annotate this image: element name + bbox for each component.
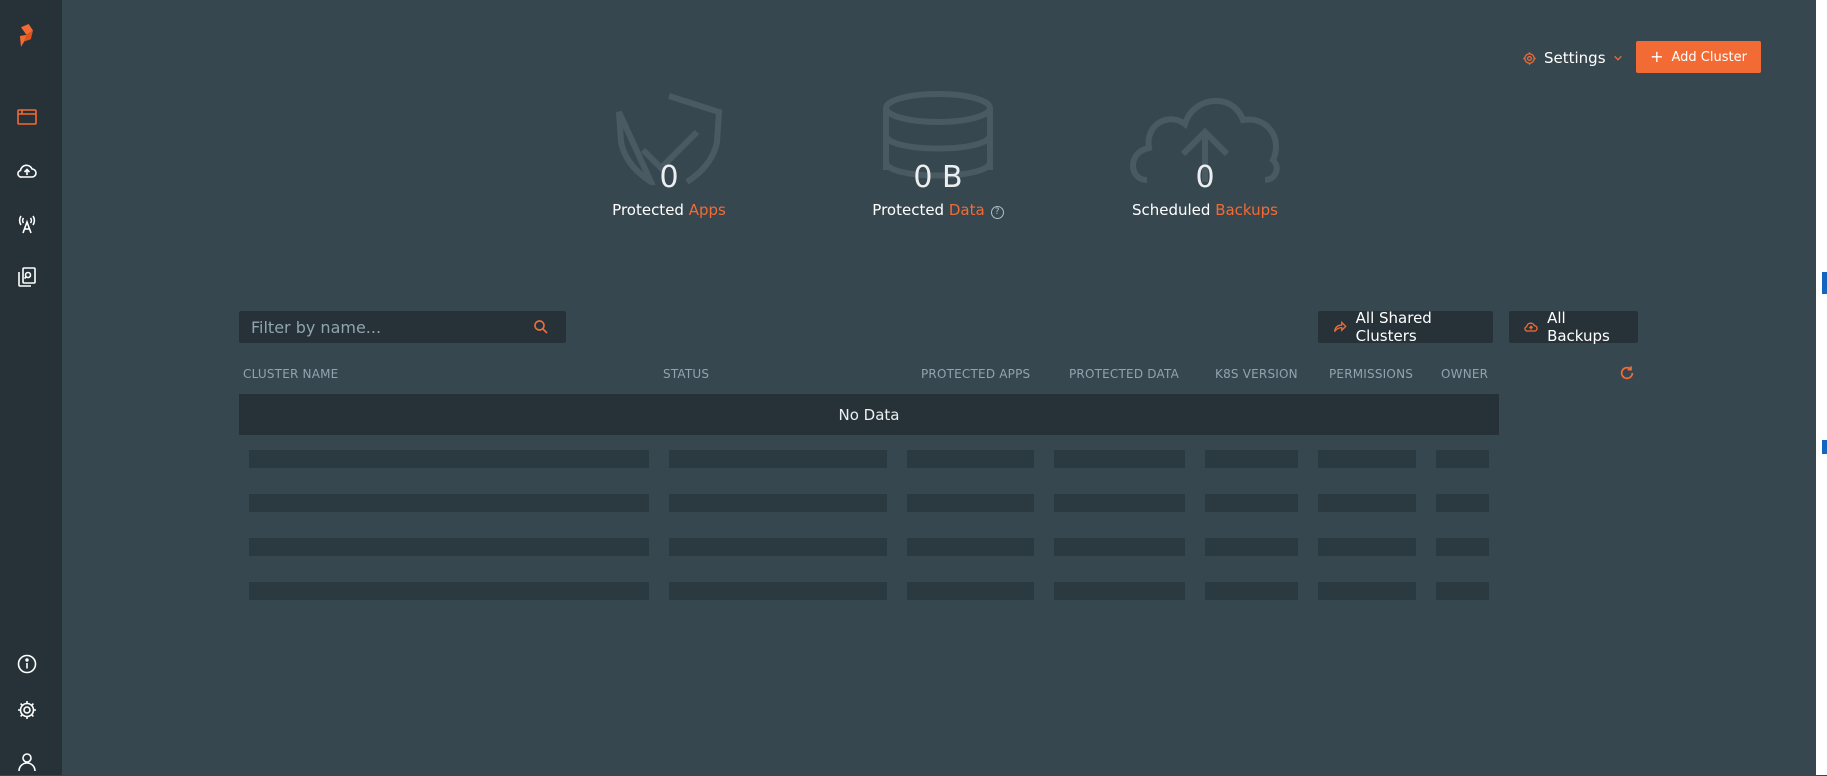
stat-label: Protected Apps — [612, 201, 726, 219]
all-shared-clusters-label: All Shared Clusters — [1355, 309, 1432, 345]
gear-icon — [1523, 51, 1536, 65]
clusters-icon[interactable] — [13, 103, 41, 131]
settings-dropdown[interactable]: Settings — [1522, 45, 1623, 71]
sidebar — [0, 0, 62, 775]
column-header-protected-apps[interactable]: PROTECTED APPS — [921, 367, 1030, 381]
refresh-icon[interactable] — [1619, 365, 1635, 381]
antenna-icon[interactable] — [13, 210, 41, 238]
filter-input[interactable] — [239, 316, 532, 338]
stat-value: 0 — [1195, 160, 1215, 195]
cloud-upload-icon — [1524, 322, 1538, 332]
column-header-status[interactable]: STATUS — [663, 367, 709, 381]
info-icon[interactable] — [13, 650, 41, 678]
edge-marker — [1822, 272, 1827, 294]
empty-text: No Data — [838, 405, 900, 424]
portworx-logo[interactable] — [12, 14, 42, 58]
user-icon[interactable] — [13, 748, 41, 776]
column-header-protected-data[interactable]: PROTECTED DATA — [1069, 367, 1179, 381]
stat-value: 0 B — [913, 160, 963, 195]
cloud-upload-icon[interactable] — [13, 157, 41, 185]
plus-icon: + — [1650, 47, 1664, 66]
share-icon — [1333, 320, 1347, 332]
column-header-cluster-name[interactable]: CLUSTER NAME — [243, 367, 338, 381]
all-shared-clusters-button[interactable]: All Shared Clusters — [1318, 309, 1493, 345]
column-header-k8s-version[interactable]: K8S VERSION — [1215, 367, 1298, 381]
apps-link[interactable]: Apps — [689, 201, 726, 219]
gear-icon[interactable] — [13, 696, 41, 724]
all-backups-button[interactable]: All Backups — [1509, 309, 1638, 345]
data-link[interactable]: Data — [949, 201, 985, 219]
help-icon[interactable]: ? — [990, 206, 1004, 219]
backups-link[interactable]: Backups — [1215, 201, 1278, 219]
all-backups-label: All Backups — [1547, 309, 1610, 345]
settings-label: Settings — [1544, 49, 1606, 67]
column-header-owner[interactable]: OWNER — [1441, 367, 1488, 381]
stat-label: Scheduled Backups — [1131, 201, 1279, 219]
filter-field[interactable] — [239, 311, 566, 343]
stat-protected-data: 0 B Protected Data? — [838, 90, 1038, 220]
stat-value: 0 — [659, 160, 679, 195]
stat-scheduled-backups: 0 Scheduled Backups — [1105, 90, 1305, 220]
add-cluster-button[interactable]: + Add Cluster — [1636, 41, 1761, 73]
column-header-permissions[interactable]: PERMISSIONS — [1329, 367, 1413, 381]
documents-icon[interactable] — [13, 263, 41, 291]
empty-state: No Data — [239, 394, 1499, 435]
add-cluster-label: Add Cluster — [1671, 49, 1747, 65]
chevron-down-icon — [1613, 55, 1622, 61]
edge-marker — [1822, 440, 1827, 454]
stat-label: Protected Data? — [838, 201, 1038, 219]
window-edge — [1816, 0, 1827, 775]
search-icon[interactable] — [532, 318, 550, 336]
stat-protected-apps: 0 Protected Apps — [569, 90, 769, 220]
